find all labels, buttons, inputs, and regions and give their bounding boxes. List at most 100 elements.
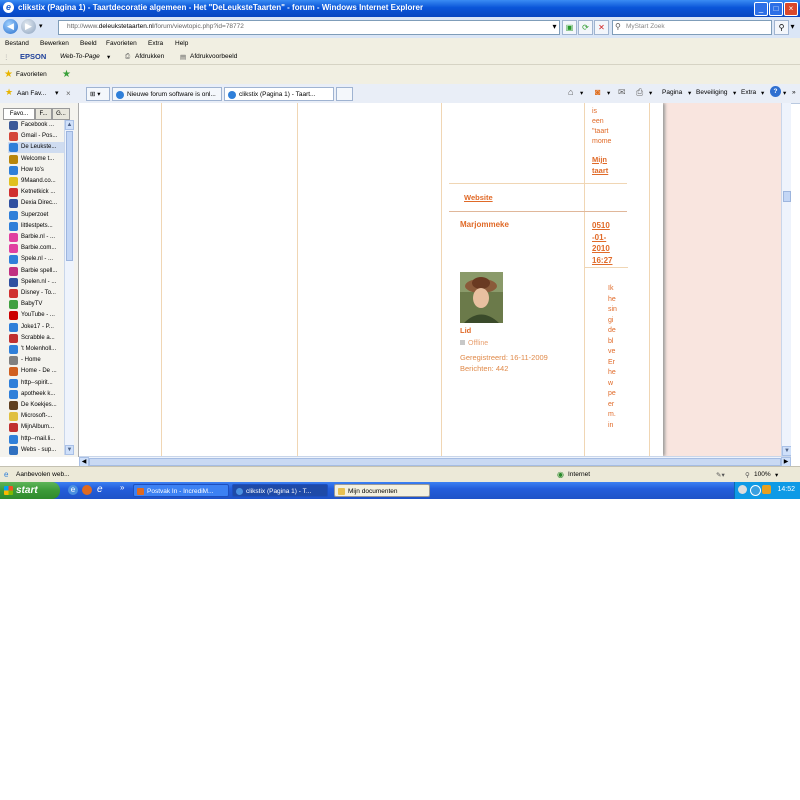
panel-dropdown-icon[interactable]: ▾ [55, 89, 59, 97]
favorite-item[interactable]: apotheek k... [8, 389, 64, 400]
menu-favorieten[interactable]: Favorieten [106, 40, 137, 47]
favorite-item[interactable]: Facebook ... [8, 120, 64, 131]
favorite-item[interactable]: Welcome t... [8, 154, 64, 165]
favorite-item[interactable]: Gmail - Pos... [8, 131, 64, 142]
quicklaunch-overflow-icon[interactable]: » [120, 483, 124, 492]
favorite-item[interactable]: http--mail.li... [8, 434, 64, 445]
website-link[interactable]: Website [464, 193, 493, 202]
favorite-item[interactable]: Spele.nl - ... [8, 254, 64, 265]
page-scroll-down-icon[interactable]: ▼ [782, 446, 791, 456]
help-icon[interactable]: ? [770, 86, 781, 97]
maximize-button[interactable]: □ [769, 2, 783, 16]
favorite-item[interactable]: Microsoft-... [8, 411, 64, 422]
task-incredimail[interactable]: Postvak In - IncrediM... [133, 484, 229, 497]
add-favorite-icon[interactable]: ★ [62, 69, 71, 80]
rss-dropdown-icon[interactable]: ▾ [607, 89, 610, 97]
minimize-button[interactable]: _ [754, 2, 768, 16]
print-dropdown-icon[interactable]: ▾ [649, 89, 652, 97]
task-internet-explorer[interactable]: clikstix (Pagina 1) - T... [232, 484, 328, 497]
zoom-dropdown-icon[interactable]: ▾ [775, 471, 778, 479]
menu-bewerken[interactable]: Bewerken [40, 40, 69, 47]
menu-beeld[interactable]: Beeld [80, 40, 97, 47]
page-scrollbar[interactable]: ▲ ▼ [781, 103, 791, 456]
favorites-scroll-thumb[interactable] [66, 131, 73, 261]
favorite-item[interactable]: How to's [8, 165, 64, 176]
panel-close-icon[interactable]: × [66, 89, 71, 98]
favorite-item[interactable]: MijnAlbum... [8, 422, 64, 433]
favorite-item[interactable]: BabyTV [8, 299, 64, 310]
zoom-level[interactable]: 100% [754, 471, 771, 478]
forward-arrow-icon[interactable]: ▶ [21, 19, 36, 34]
tray-lock-icon[interactable] [762, 485, 771, 494]
favorites-scrollbar[interactable]: ▲ ▼ [64, 120, 74, 455]
favorite-item[interactable]: Webs - sup... [8, 445, 64, 456]
post-date-link[interactable]: 0510 -01- 2010 16:27 [592, 220, 612, 266]
title-bar[interactable]: e clikstix (Pagina 1) - Taartdecoratie a… [0, 0, 800, 17]
ie-quicklaunch-icon[interactable]: e [97, 484, 103, 495]
quick-tabs-button[interactable]: ⊞ ▾ [86, 87, 110, 101]
new-tab-button[interactable] [336, 87, 353, 101]
search-input[interactable]: ⚲ MyStart Zoek [612, 20, 772, 35]
mail-icon[interactable]: ✉ [618, 87, 626, 98]
task-my-documents[interactable]: Mijn documenten [334, 484, 430, 497]
web-to-page-dropdown-icon[interactable]: ▾ [107, 53, 110, 61]
clock[interactable]: 14:52 [777, 486, 795, 493]
toolbar-overflow-icon[interactable]: » [792, 89, 796, 96]
history-dropdown-icon[interactable]: ▾ [39, 22, 43, 30]
search-go-icon[interactable]: ⚲ [774, 20, 789, 35]
favorite-item[interactable]: 't Molenholl... [8, 344, 64, 355]
favorite-item[interactable]: Joke17 - P... [8, 322, 64, 333]
panel-tab-favorites[interactable]: Favo... [3, 108, 35, 120]
show-desktop-icon[interactable]: e [68, 485, 78, 495]
scroll-up-icon[interactable]: ▲ [65, 120, 74, 130]
favorite-item[interactable]: De Koekjes... [8, 400, 64, 411]
menu-help[interactable]: Help [175, 40, 188, 47]
favorite-item[interactable]: 9Maand.co... [8, 176, 64, 187]
address-input[interactable]: http://www.deleukstetaarten.nl/forum/vie… [58, 20, 560, 35]
favorite-item[interactable]: http--spirit... [8, 378, 64, 389]
tray-arrow-icon[interactable] [738, 485, 747, 494]
menu-extra[interactable]: Extra [148, 40, 163, 47]
scroll-down-icon[interactable]: ▼ [65, 445, 74, 455]
suggested-sites-button[interactable]: Aanbevolen web... [16, 471, 69, 478]
menu-bestand[interactable]: Bestand [5, 40, 29, 47]
help-dropdown-icon[interactable]: ▾ [783, 89, 786, 97]
tray-network-icon[interactable] [750, 485, 761, 496]
favorites-button[interactable]: Favorieten [16, 71, 47, 78]
print-icon[interactable]: ⎙ [636, 87, 643, 98]
close-button[interactable]: × [784, 2, 798, 16]
print-preview-button[interactable]: Afdrukvoorbeeld [190, 53, 237, 60]
start-button[interactable]: start [0, 482, 60, 499]
page-scroll-thumb[interactable] [783, 191, 791, 202]
compatibility-icon[interactable]: ▣ [562, 20, 577, 35]
security-menu[interactable]: Beveiliging [696, 89, 727, 96]
tab-forum-software[interactable]: Nieuwe forum software is onl... [112, 87, 222, 101]
favorite-item[interactable]: Superzoet [8, 210, 64, 221]
horizontal-scroll-thumb[interactable] [89, 458, 781, 466]
incredimail-quicklaunch-icon[interactable] [82, 485, 92, 495]
tab-clikstix[interactable]: clikstix (Pagina 1) - Taart... [224, 87, 334, 101]
favorite-item[interactable]: YouTube - ... [8, 310, 64, 321]
protected-mode-icon[interactable]: ✎▾ [716, 471, 725, 479]
address-dropdown-icon[interactable]: ▾ [548, 20, 561, 33]
favorite-item[interactable]: Barbie spell... [8, 266, 64, 277]
page-menu[interactable]: Pagina [662, 89, 682, 96]
panel-tab-history[interactable]: G... [52, 108, 70, 120]
post-author[interactable]: Marjommeke [460, 220, 509, 229]
favorite-item[interactable]: Home - De ... [8, 366, 64, 377]
home-dropdown-icon[interactable]: ▾ [580, 89, 583, 97]
my-cakes-link[interactable]: Mijn taart [592, 154, 608, 176]
panel-tab-feeds[interactable]: F... [35, 108, 52, 120]
favorite-item[interactable]: De Leukste... [8, 142, 64, 154]
back-arrow-icon[interactable]: ◀ [3, 19, 18, 34]
stop-icon[interactable]: ✕ [594, 20, 609, 35]
favorite-item[interactable]: Scrabble a... [8, 333, 64, 344]
favorite-item[interactable]: Barbie.com... [8, 243, 64, 254]
favorite-item[interactable]: - Home [8, 355, 64, 366]
favorites-panel-header[interactable]: Aan Fav... [17, 90, 46, 97]
favorite-item[interactable]: Dexia Direc... [8, 198, 64, 209]
web-to-page-button[interactable]: Web-To-Page [60, 53, 100, 60]
favorite-item[interactable]: Spelen.nl - ... [8, 277, 64, 288]
refresh-icon[interactable]: ⟳ [578, 20, 593, 35]
print-button[interactable]: Afdrukken [135, 53, 164, 60]
